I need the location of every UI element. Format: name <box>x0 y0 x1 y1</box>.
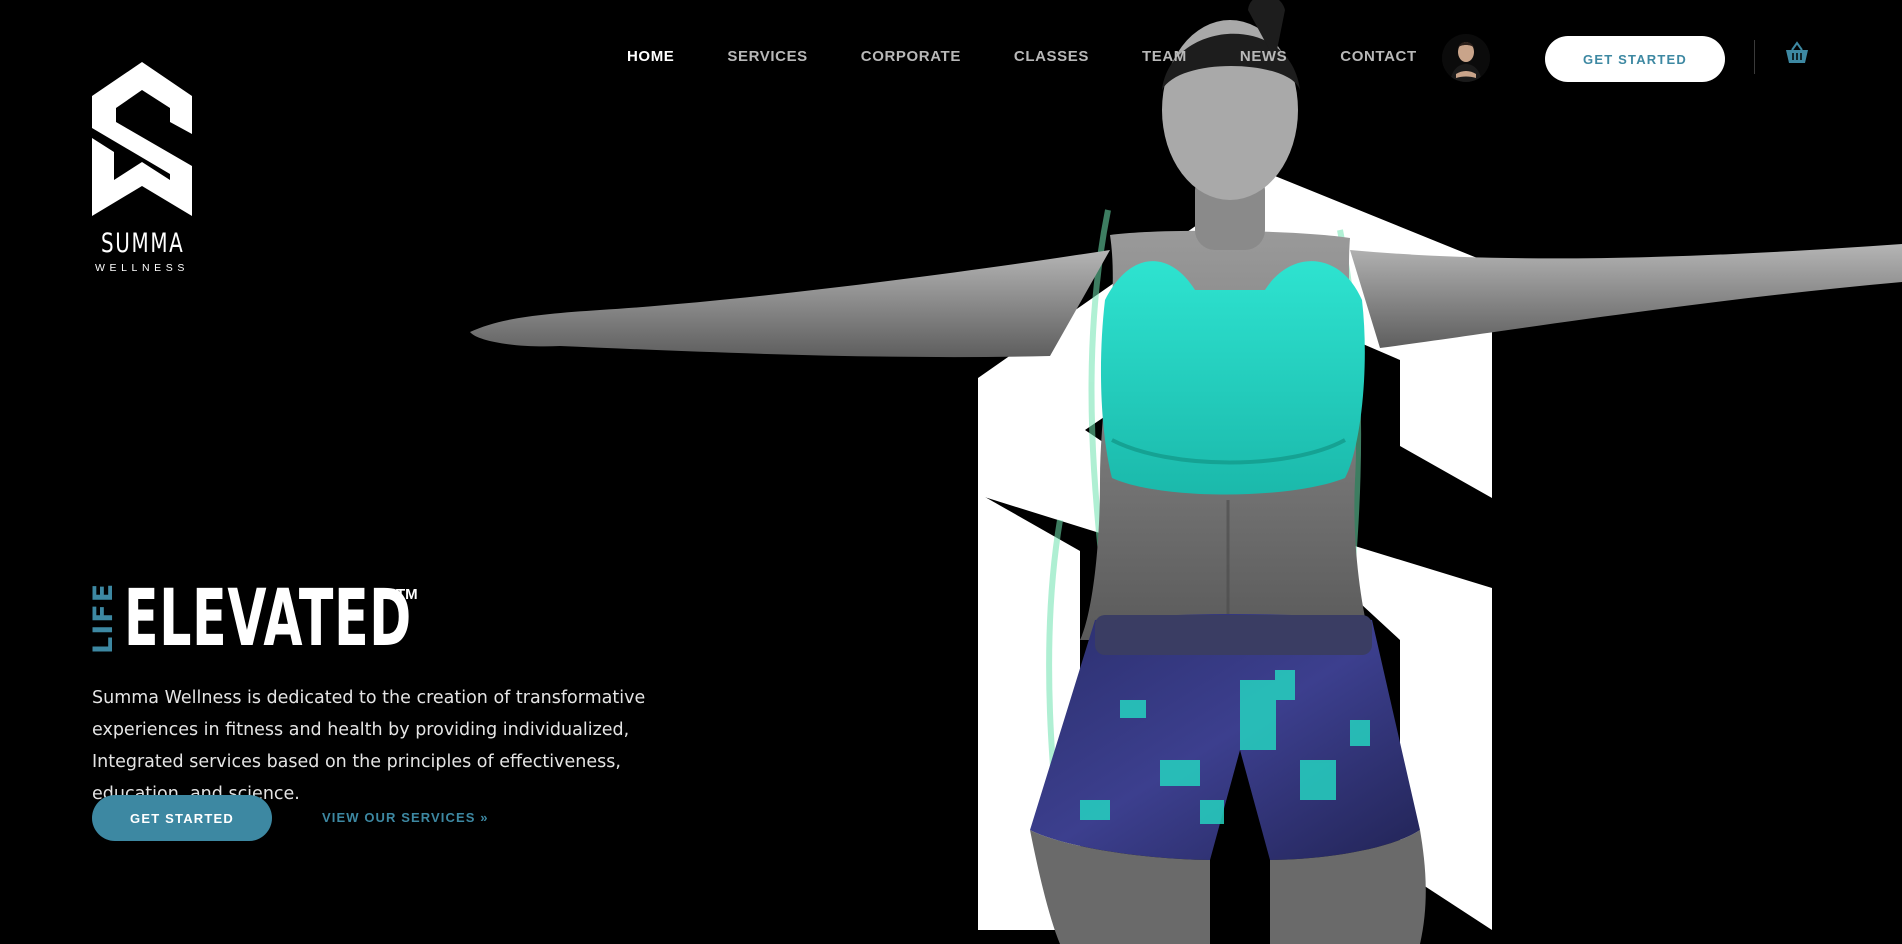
green-glow <box>1046 209 1362 921</box>
nav-item-contact[interactable]: CONTACT <box>1340 48 1416 65</box>
camo-pattern <box>1080 670 1370 824</box>
main-nav: HOME SERVICES CORPORATE CLASSES TEAM NEW… <box>627 48 1417 65</box>
left-arm <box>470 250 1110 358</box>
neck <box>1195 170 1265 250</box>
brand-tagline: WELLNESS <box>95 262 189 274</box>
s-logo-icon <box>92 62 192 216</box>
nav-item-classes[interactable]: CLASSES <box>1014 48 1089 65</box>
torso <box>1080 230 1370 640</box>
view-services-link[interactable]: VIEW OUR SERVICES » <box>322 810 489 825</box>
trademark-symbol: TM <box>396 586 418 603</box>
user-avatar[interactable] <box>1442 34 1490 82</box>
nav-item-news[interactable]: NEWS <box>1240 48 1287 65</box>
nav-item-services[interactable]: SERVICES <box>727 48 807 65</box>
nav-item-home[interactable]: HOME <box>627 48 674 65</box>
nav-divider <box>1754 40 1755 74</box>
brand-name: SUMMA <box>101 228 185 259</box>
get-started-button[interactable]: GET STARTED <box>92 795 272 841</box>
right-arm <box>1350 244 1902 348</box>
nav-item-corporate[interactable]: CORPORATE <box>861 48 961 65</box>
hero-headline: LIFE ELEVATED TM <box>88 574 524 664</box>
head <box>1162 20 1298 200</box>
nav-item-team[interactable]: TEAM <box>1142 48 1187 65</box>
legs <box>1030 830 1210 944</box>
shorts <box>1030 614 1420 860</box>
headline-main: ELEVATED <box>124 574 412 664</box>
s-logomark-large <box>978 174 1492 930</box>
hero-description: Summa Wellness is dedicated to the creat… <box>92 688 646 804</box>
summa-wellness-logo[interactable]: SUMMA WELLNESS <box>92 62 192 274</box>
shopping-basket-icon[interactable] <box>1784 40 1810 66</box>
get-started-button-header[interactable]: GET STARTED <box>1545 36 1725 82</box>
headline-prefix: LIFE <box>88 581 119 654</box>
sports-bra <box>1100 261 1365 495</box>
